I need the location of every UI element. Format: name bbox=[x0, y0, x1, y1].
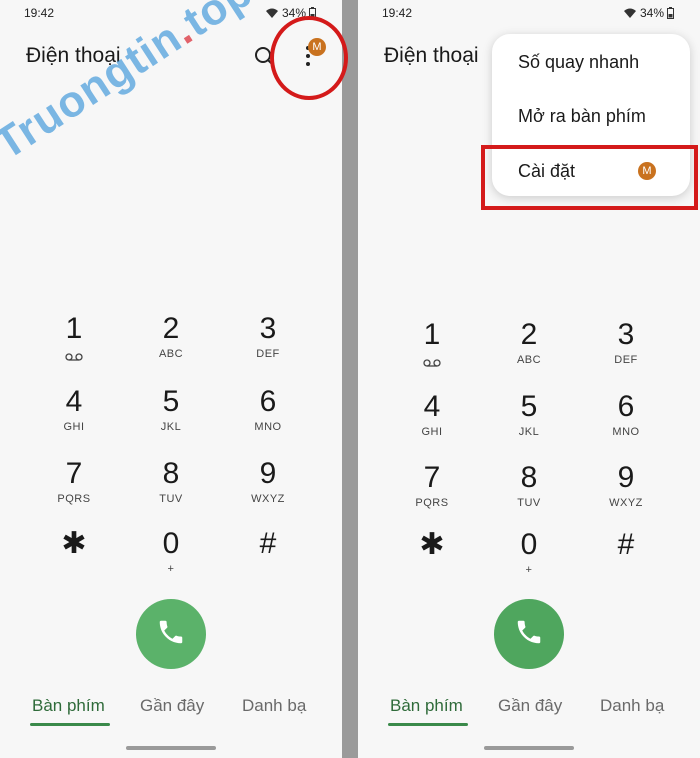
key-1[interactable]: 1 bbox=[384, 318, 480, 380]
key-letters: DEF bbox=[256, 348, 280, 360]
battery-icon bbox=[667, 7, 674, 19]
highlight-circle-annotation bbox=[270, 16, 348, 100]
key-5[interactable]: 5 JKL bbox=[481, 390, 577, 452]
key-digit: 8 bbox=[520, 461, 538, 494]
key-6[interactable]: 6 MNO bbox=[220, 385, 316, 447]
tab-recents[interactable]: Gần đây bbox=[140, 696, 204, 716]
key-letters: TUV bbox=[517, 497, 541, 509]
key-5[interactable]: 5 JKL bbox=[123, 385, 219, 447]
key-digit: 8 bbox=[162, 457, 180, 490]
key-digit: ✱ bbox=[61, 527, 87, 560]
key-letters: JKL bbox=[518, 426, 540, 438]
key-digit: 2 bbox=[162, 312, 180, 345]
key-6[interactable]: 6 MNO bbox=[578, 390, 674, 452]
tab-contacts[interactable]: Danh bạ bbox=[242, 696, 306, 716]
key-digit: ✱ bbox=[419, 528, 445, 561]
key-digit: 3 bbox=[617, 318, 635, 351]
key-letters: PQRS bbox=[57, 493, 91, 505]
navigation-handle[interactable] bbox=[484, 746, 574, 750]
key-3[interactable]: 3 DEF bbox=[220, 312, 316, 374]
call-button[interactable] bbox=[494, 599, 564, 669]
key-letters: WXYZ bbox=[251, 493, 285, 505]
key-9[interactable]: 9 WXYZ bbox=[578, 461, 674, 523]
menu-item-open-keypad[interactable]: Mở ra bàn phím bbox=[518, 106, 646, 127]
key-4[interactable]: 4 GHI bbox=[26, 385, 122, 447]
key-digit: 7 bbox=[65, 457, 83, 490]
status-indicators: 34% bbox=[623, 6, 674, 20]
key-digit: 6 bbox=[259, 385, 277, 418]
wifi-icon bbox=[265, 8, 279, 19]
key-2[interactable]: 2 ABC bbox=[481, 318, 577, 380]
key-digit: # bbox=[259, 527, 277, 560]
key-4[interactable]: 4 GHI bbox=[384, 390, 480, 452]
key-8[interactable]: 8 TUV bbox=[481, 461, 577, 523]
key-digit: 2 bbox=[520, 318, 538, 351]
phone-icon bbox=[156, 617, 186, 652]
wifi-icon bbox=[623, 8, 637, 19]
app-title: Điện thoại bbox=[384, 44, 479, 67]
key-digit: # bbox=[617, 528, 635, 561]
tab-keypad[interactable]: Bàn phím bbox=[32, 696, 105, 716]
navigation-handle[interactable] bbox=[126, 746, 216, 750]
battery-percent: 34% bbox=[639, 6, 664, 20]
key-7[interactable]: 7 PQRS bbox=[26, 457, 122, 519]
key-digit: 4 bbox=[65, 385, 83, 418]
key-letters: DEF bbox=[614, 354, 638, 366]
status-time: 19:42 bbox=[382, 6, 413, 20]
key-digit: 5 bbox=[162, 385, 180, 418]
key-letters: GHI bbox=[421, 426, 443, 438]
key-digit: 3 bbox=[259, 312, 277, 345]
key-letters: TUV bbox=[159, 493, 183, 505]
tab-keypad[interactable]: Bàn phím bbox=[390, 696, 463, 716]
active-tab-indicator bbox=[30, 723, 110, 726]
key-letters: JKL bbox=[160, 421, 182, 433]
key-letters: MNO bbox=[612, 426, 640, 438]
key-digit: 0 bbox=[520, 528, 538, 561]
bottom-tabs: Bàn phím Gần đây Danh bạ bbox=[358, 696, 700, 726]
key-digit: 0 bbox=[162, 527, 180, 560]
key-letters: MNO bbox=[254, 421, 282, 433]
watermark: Truongtin.top bbox=[0, 0, 262, 170]
key-0[interactable]: 0 + bbox=[123, 527, 219, 589]
key-digit: 7 bbox=[423, 461, 441, 494]
status-bar: 19:42 34% bbox=[358, 6, 700, 22]
highlight-box-annotation bbox=[481, 145, 698, 210]
key-letters: ABC bbox=[516, 354, 542, 366]
key-digit: 9 bbox=[259, 457, 277, 490]
key-digit: 1 bbox=[423, 318, 441, 351]
key-8[interactable]: 8 TUV bbox=[123, 457, 219, 519]
key-letters: WXYZ bbox=[609, 497, 643, 509]
phone-screen-left: 19:42 34% Điện thoại M 1 2 ABC 3 DEF 4 G… bbox=[0, 0, 342, 758]
key-9[interactable]: 9 WXYZ bbox=[220, 457, 316, 519]
key-hash[interactable]: # bbox=[220, 527, 316, 589]
key-letters: GHI bbox=[63, 421, 85, 433]
key-7[interactable]: 7 PQRS bbox=[384, 461, 480, 523]
tab-recents[interactable]: Gần đây bbox=[498, 696, 562, 716]
bottom-tabs: Bàn phím Gần đây Danh bạ bbox=[0, 696, 342, 726]
key-0[interactable]: 0 + bbox=[481, 528, 577, 590]
key-1[interactable]: 1 bbox=[26, 312, 122, 374]
voicemail-icon bbox=[423, 354, 441, 372]
key-digit: 5 bbox=[520, 390, 538, 423]
key-letters: PQRS bbox=[415, 497, 449, 509]
key-digit: 1 bbox=[65, 312, 83, 345]
active-tab-indicator bbox=[388, 723, 468, 726]
key-letters: + bbox=[167, 563, 175, 575]
voicemail-icon bbox=[65, 348, 83, 366]
key-2[interactable]: 2 ABC bbox=[123, 312, 219, 374]
menu-item-speed-dial[interactable]: Số quay nhanh bbox=[518, 52, 639, 73]
key-letters: + bbox=[525, 564, 533, 576]
key-star[interactable]: ✱ bbox=[384, 528, 480, 590]
tab-contacts[interactable]: Danh bạ bbox=[600, 696, 664, 716]
key-hash[interactable]: # bbox=[578, 528, 674, 590]
key-3[interactable]: 3 DEF bbox=[578, 318, 674, 380]
key-digit: 6 bbox=[617, 390, 635, 423]
status-time: 19:42 bbox=[24, 6, 55, 20]
key-star[interactable]: ✱ bbox=[26, 527, 122, 589]
key-digit: 9 bbox=[617, 461, 635, 494]
key-letters: ABC bbox=[158, 348, 184, 360]
phone-icon bbox=[514, 617, 544, 652]
call-button[interactable] bbox=[136, 599, 206, 669]
key-digit: 4 bbox=[423, 390, 441, 423]
